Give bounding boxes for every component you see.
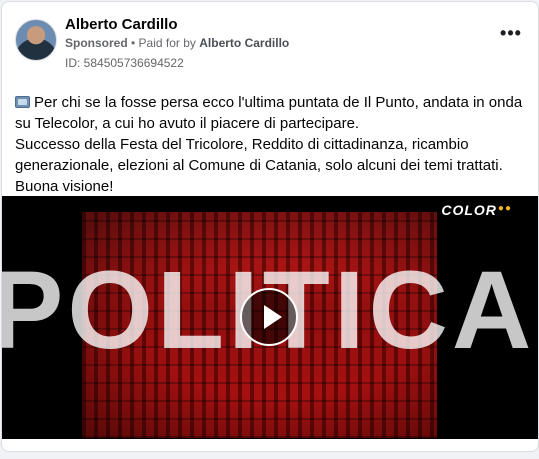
channel-logo-text: COLOR	[441, 202, 497, 218]
ad-id: ID: 584505736694522	[65, 56, 184, 70]
paid-for-name[interactable]: Alberto Cardillo	[199, 36, 289, 50]
author-name[interactable]: Alberto Cardillo	[65, 16, 178, 33]
post-text-paragraph-2: Successo della Festa del Tricolore, Redd…	[15, 136, 503, 195]
author-avatar[interactable]	[15, 19, 57, 61]
sponsored-post-card: Alberto Cardillo Sponsored • Paid for by…	[1, 1, 539, 452]
sponsored-label[interactable]: Sponsored	[65, 36, 128, 50]
channel-logo-dots: ●●	[497, 203, 512, 214]
meta-separator: •	[127, 36, 139, 50]
post-text-line-1: Per chi se la fosse persa ecco l'ultima …	[15, 94, 523, 132]
television-icon	[15, 96, 30, 108]
sponsor-meta: Sponsored • Paid for by Alberto Cardillo	[65, 36, 289, 50]
more-options-icon[interactable]: •••	[500, 24, 522, 46]
paid-for-prefix: Paid for by	[138, 36, 200, 50]
post-text: Per chi se la fosse persa ecco l'ultima …	[15, 92, 527, 197]
play-icon[interactable]	[240, 288, 298, 346]
post-text-paragraph-1: Per chi se la fosse persa ecco l'ultima …	[15, 92, 527, 134]
video-player[interactable]: POLITICA COLOR●●	[2, 196, 538, 439]
channel-logo: COLOR●●	[441, 202, 512, 218]
